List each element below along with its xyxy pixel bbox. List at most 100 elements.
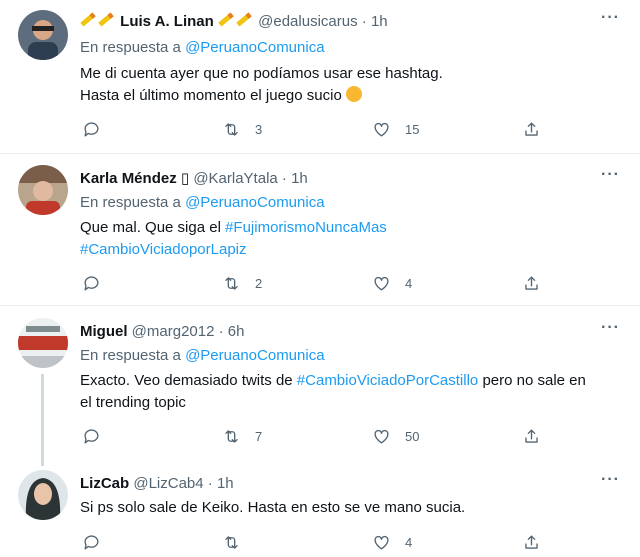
tweet-1[interactable]: Luis A. Linan @edalusicarus · 1h ··· En … bbox=[0, 0, 640, 150]
separator-dot: · bbox=[218, 323, 224, 340]
avatar[interactable] bbox=[18, 165, 68, 215]
heart-icon bbox=[374, 122, 389, 137]
like-button[interactable]: 50 bbox=[372, 426, 419, 446]
share-button[interactable] bbox=[522, 426, 541, 446]
retweet-icon bbox=[225, 429, 238, 443]
pencil-icon bbox=[98, 12, 114, 27]
mention-link[interactable]: @PeruanoComunica bbox=[185, 194, 324, 211]
like-count: 50 bbox=[405, 428, 420, 444]
display-name[interactable]: LizCab bbox=[80, 475, 129, 492]
share-icon bbox=[525, 275, 538, 290]
retweet-count: 2 bbox=[255, 275, 263, 291]
pencil-icon bbox=[236, 12, 252, 27]
reply-context: En respuesta a @PeruanoComunica bbox=[80, 346, 620, 366]
share-button[interactable] bbox=[522, 119, 541, 139]
reply-icon bbox=[84, 121, 99, 137]
like-count: 4 bbox=[405, 275, 413, 291]
more-options-icon[interactable]: ··· bbox=[601, 167, 620, 183]
like-count: 4 bbox=[405, 534, 413, 550]
reply-context: En respuesta a @PeruanoComunica bbox=[80, 193, 620, 213]
pencil-icon bbox=[80, 12, 96, 27]
tweet-text: Que mal. Que siga el #FujimorismoNuncaMa… bbox=[80, 217, 620, 261]
display-name[interactable]: Miguel bbox=[80, 323, 128, 340]
tweet-header: Karla Méndez ▯ @KarlaYtala · 1h ··· bbox=[80, 167, 620, 189]
tweet-header: LizCab @LizCab4 · 1h ··· bbox=[80, 472, 620, 494]
timestamp[interactable]: 1h bbox=[371, 13, 388, 30]
share-icon bbox=[525, 121, 538, 136]
username[interactable]: @LizCab4 bbox=[133, 475, 203, 492]
avatar[interactable] bbox=[18, 10, 68, 60]
reply-prefix: En respuesta a bbox=[80, 347, 181, 364]
separator-dot: · bbox=[281, 170, 287, 187]
share-icon bbox=[525, 428, 538, 443]
tweet-text-line: el trending topic bbox=[80, 394, 186, 411]
avatar[interactable] bbox=[18, 318, 68, 368]
tweet-actions: 2 4 bbox=[80, 273, 550, 293]
name-symbol: ▯ bbox=[180, 170, 190, 187]
reply-icon bbox=[84, 428, 99, 444]
tweet-text-line: Me di cuenta ayer que no podíamos usar e… bbox=[80, 65, 443, 82]
reply-icon bbox=[84, 275, 99, 291]
reply-context: En respuesta a @PeruanoComunica bbox=[80, 38, 620, 58]
reply-button[interactable] bbox=[82, 426, 101, 446]
tweet-actions: 3 15 bbox=[80, 119, 550, 139]
reply-button[interactable] bbox=[82, 532, 101, 552]
tweet-4[interactable]: LizCab @LizCab4 · 1h ··· Si ps solo sale… bbox=[0, 466, 640, 557]
pencil-icon bbox=[218, 12, 234, 27]
more-options-icon[interactable]: ··· bbox=[601, 472, 620, 488]
timestamp[interactable]: 1h bbox=[217, 475, 234, 492]
heart-icon bbox=[374, 535, 389, 550]
tweet-actions: 4 bbox=[80, 532, 550, 552]
retweet-button[interactable] bbox=[222, 532, 255, 552]
hashtag-link[interactable]: #CambioViciadoPorCastillo bbox=[297, 372, 478, 389]
tweet-text-line: Hasta el último momento el juego sucio bbox=[80, 87, 342, 104]
tweet-3[interactable]: Miguel @marg2012 · 6h ··· En respuesta a… bbox=[0, 306, 640, 466]
reply-prefix: En respuesta a bbox=[80, 194, 181, 211]
retweet-icon bbox=[225, 276, 238, 290]
tweet-text: Me di cuenta ayer que no podíamos usar e… bbox=[80, 63, 620, 107]
reply-button[interactable] bbox=[82, 119, 101, 139]
username[interactable]: @edalusicarus bbox=[258, 13, 357, 30]
mention-link[interactable]: @PeruanoComunica bbox=[185, 39, 324, 56]
retweet-count: 7 bbox=[255, 428, 263, 444]
tweet-text: Exacto. Veo demasiado twits de #CambioVi… bbox=[80, 370, 620, 414]
share-button[interactable] bbox=[522, 532, 541, 552]
separator-dot: · bbox=[361, 13, 367, 30]
heart-icon bbox=[374, 429, 389, 444]
display-name[interactable]: Karla Méndez bbox=[80, 170, 177, 187]
reply-prefix: En respuesta a bbox=[80, 39, 181, 56]
hashtag-link[interactable]: #FujimorismoNuncaMas bbox=[225, 219, 387, 236]
share-button[interactable] bbox=[522, 273, 541, 293]
username[interactable]: @KarlaYtala bbox=[193, 170, 277, 187]
tweet-text-line: Exacto. Veo demasiado twits de bbox=[80, 372, 293, 389]
tweet-header: Luis A. Linan @edalusicarus · 1h ··· bbox=[80, 10, 620, 32]
more-options-icon[interactable]: ··· bbox=[601, 10, 620, 26]
thread-line bbox=[41, 374, 44, 466]
like-button[interactable]: 4 bbox=[372, 273, 412, 293]
tweet-text-line: pero no sale en bbox=[482, 372, 586, 389]
like-button[interactable]: 4 bbox=[372, 532, 412, 552]
tweet-2[interactable]: Karla Méndez ▯ @KarlaYtala · 1h ··· En r… bbox=[0, 154, 640, 304]
tweet-header: Miguel @marg2012 · 6h ··· bbox=[80, 320, 620, 342]
retweet-icon bbox=[225, 122, 238, 136]
display-name[interactable]: Luis A. Linan bbox=[120, 13, 214, 30]
tweet-actions: 7 50 bbox=[80, 426, 550, 446]
tweet-text: Si ps solo sale de Keiko. Hasta en esto … bbox=[80, 499, 466, 516]
retweet-button[interactable]: 7 bbox=[222, 426, 262, 446]
mention-link[interactable]: @PeruanoComunica bbox=[185, 347, 324, 364]
timestamp[interactable]: 1h bbox=[291, 170, 308, 187]
retweet-button[interactable]: 3 bbox=[222, 119, 262, 139]
avatar[interactable] bbox=[18, 470, 68, 520]
like-count: 15 bbox=[405, 121, 420, 137]
retweet-icon bbox=[225, 535, 238, 549]
reply-button[interactable] bbox=[82, 273, 101, 293]
share-icon bbox=[525, 534, 538, 549]
retweet-button[interactable]: 2 bbox=[222, 273, 262, 293]
tweet-text-line: Que mal. Que siga el bbox=[80, 219, 221, 236]
like-button[interactable]: 15 bbox=[372, 119, 419, 139]
timestamp[interactable]: 6h bbox=[228, 323, 245, 340]
more-options-icon[interactable]: ··· bbox=[601, 320, 620, 336]
heart-icon bbox=[374, 276, 389, 291]
username[interactable]: @marg2012 bbox=[132, 323, 215, 340]
hashtag-link[interactable]: #CambioViciadoporLapiz bbox=[80, 241, 247, 258]
